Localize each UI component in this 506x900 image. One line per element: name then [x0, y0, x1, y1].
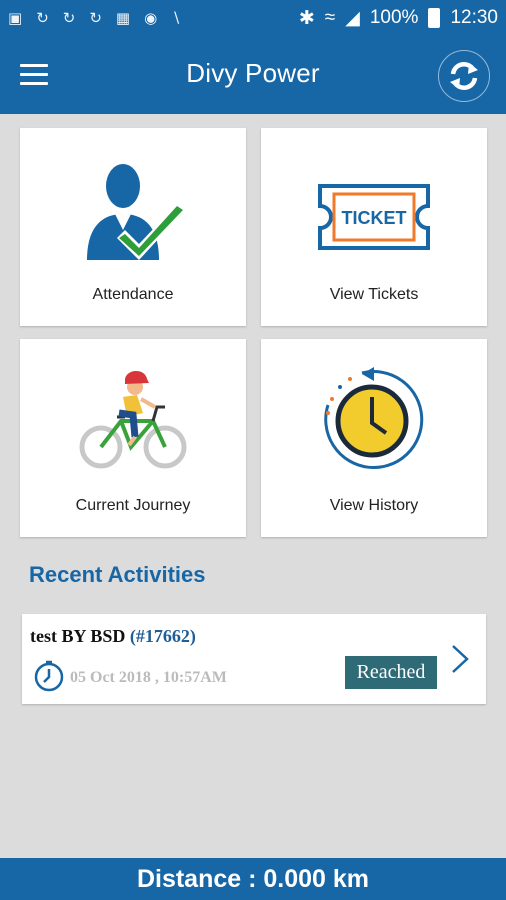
chevron-right-icon[interactable] — [449, 642, 471, 676]
clock-history-icon — [324, 367, 424, 470]
current-journey-tile[interactable]: Current Journey — [20, 339, 246, 537]
status-bar: ▣ ↻ ↻ ↻ ▦ ◉ ∖ ✱ ≈ ◢ 100% 12:30 — [0, 0, 506, 36]
app-bar: Divy Power — [0, 36, 506, 114]
sync-icon: ↻ — [62, 10, 76, 27]
refresh-icon — [450, 61, 478, 91]
activity-name: test BY BSD — [30, 626, 126, 646]
status-badge: Reached — [345, 656, 437, 689]
battery-percent: 100% — [369, 7, 419, 28]
attendance-person-check-icon — [87, 164, 185, 260]
clock-time: 12:30 — [450, 7, 498, 28]
sync-icon: ↻ — [36, 10, 49, 27]
view-history-tile[interactable]: View History — [261, 339, 487, 537]
current-journey-label: Current Journey — [75, 497, 191, 514]
refresh-button[interactable] — [438, 50, 490, 102]
timer-icon — [34, 660, 64, 692]
ticket-icon-text: TICKET — [342, 208, 407, 228]
notification-icons: ▣ ↻ ↻ ↻ ▦ ◉ ∖ — [8, 9, 181, 27]
activity-title: test BY BSD (#17662) — [30, 626, 196, 647]
battery-icon — [428, 8, 441, 28]
wifi-icon: ≈ — [324, 7, 336, 28]
ticket-icon: TICKET — [318, 184, 430, 250]
distance-footer: Distance : 0.000 km — [0, 858, 506, 900]
activity-datetime: 05 Oct 2018 , 10:57AM — [70, 669, 227, 686]
cyclist-icon — [79, 370, 187, 469]
sync-icon: ↻ — [89, 10, 102, 27]
recent-activities-title: Recent Activities — [29, 562, 206, 587]
app-title: Divy Power — [186, 58, 320, 88]
view-tickets-tile[interactable]: TICKET View Tickets — [261, 128, 487, 326]
activity-id: (#17662) — [129, 626, 196, 646]
attendance-tile[interactable]: Attendance — [20, 128, 246, 326]
activity-item[interactable]: test BY BSD (#17662) 05 Oct 2018 , 10:57… — [22, 614, 486, 704]
eye-icon: ◉ — [144, 10, 158, 27]
no-signal-icon: ∖ — [171, 10, 181, 27]
attendance-label: Attendance — [92, 286, 174, 303]
view-tickets-label: View Tickets — [329, 286, 419, 303]
image-icon: ▦ — [115, 10, 131, 27]
view-history-label: View History — [329, 497, 419, 514]
bluetooth-icon: ✱ — [298, 7, 315, 29]
cell-signal-icon: ◢ — [345, 7, 360, 29]
chat-icon: ▣ — [8, 10, 23, 27]
